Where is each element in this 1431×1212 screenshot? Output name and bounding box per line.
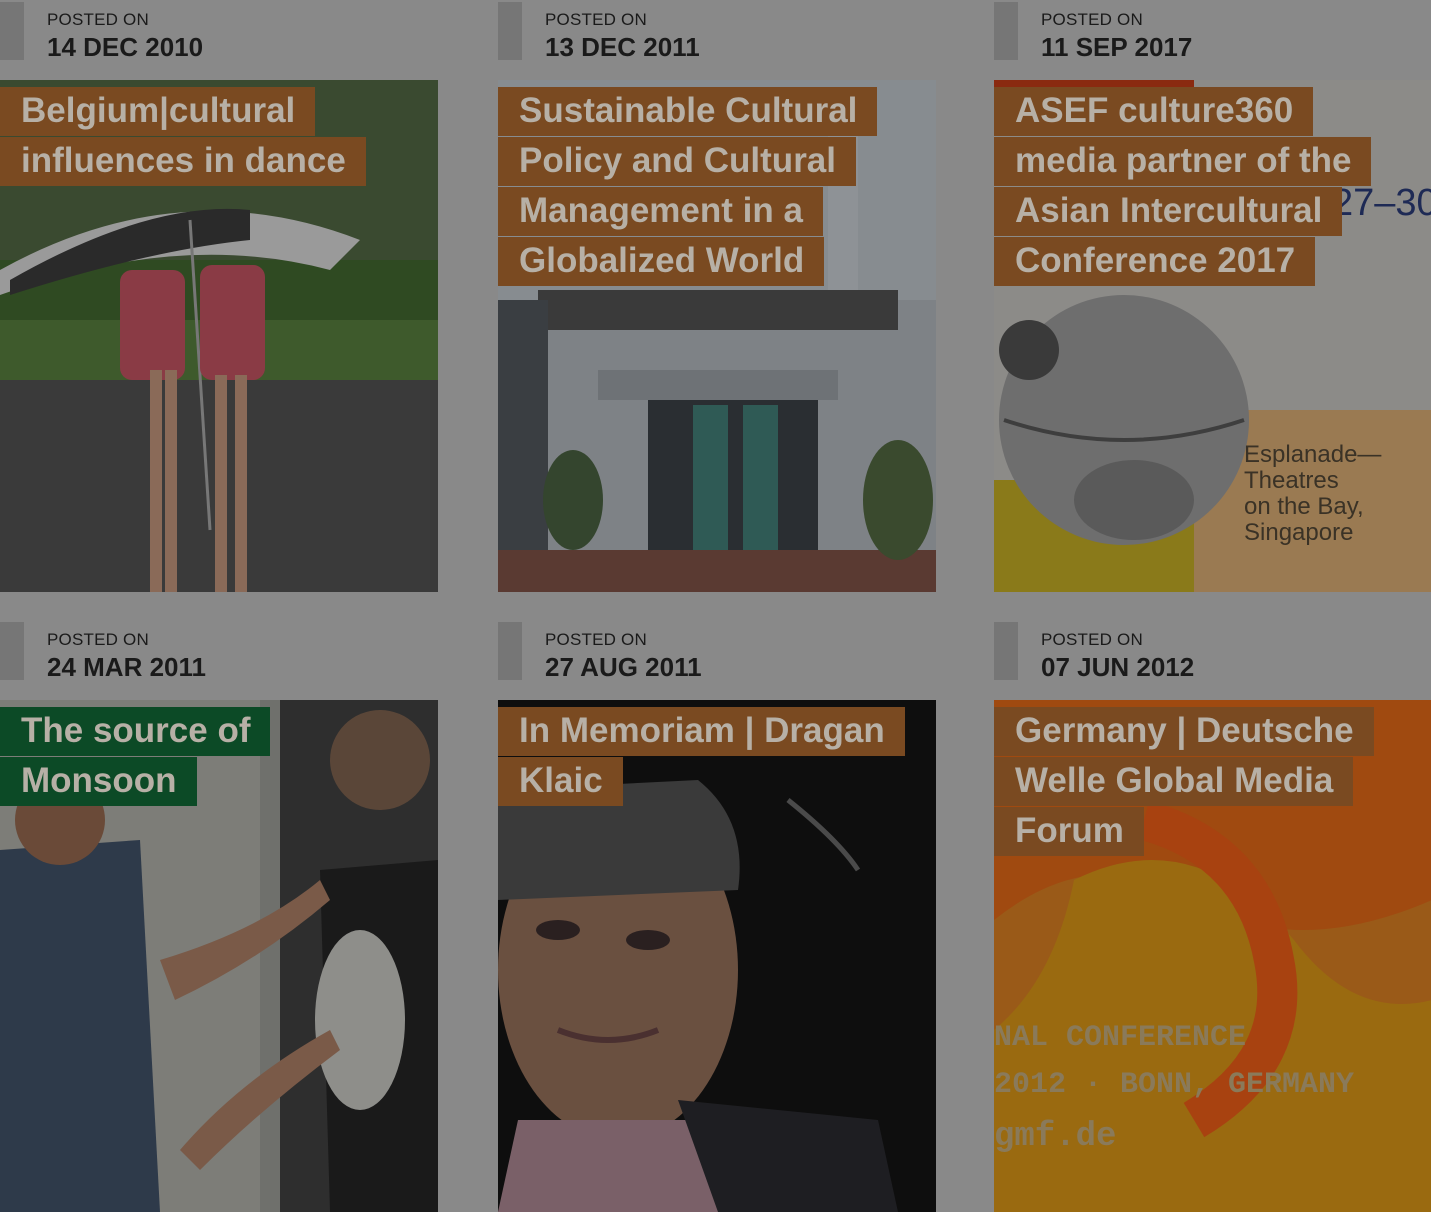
- post-date: 27 AUG 2011: [545, 652, 702, 682]
- posted-on-label: POSTED ON: [545, 10, 647, 29]
- post-card[interactable]: POSTED ON 07 JUN 2012 NAL CONFERENCE 201…: [994, 620, 1431, 1212]
- post-title[interactable]: ASEF culture360 media partner of the Asi…: [994, 86, 1394, 286]
- post-meta: POSTED ON 13 DEC 2011: [498, 0, 936, 80]
- post-date: 14 DEC 2010: [47, 32, 204, 62]
- post-title[interactable]: The source of Monsoon: [0, 706, 400, 806]
- poster-venue-1: Esplanade—: [1244, 441, 1381, 468]
- poster-venue-2: Theatres: [1244, 467, 1339, 494]
- posted-on-label: POSTED ON: [1041, 630, 1143, 649]
- post-card[interactable]: POSTED ON 14 DEC 2010 Belgium|cultural i…: [0, 0, 438, 592]
- post-thumbnail[interactable]: NAL CONFERENCE 2012 · BONN, GERMANY gmf.…: [994, 700, 1431, 1212]
- meta-accent-bar: [994, 622, 1018, 680]
- post-title[interactable]: In Memoriam | Dragan Klaic: [498, 706, 905, 806]
- poster-line-1: NAL CONFERENCE: [994, 1021, 1246, 1055]
- meta-accent-bar: [498, 2, 522, 60]
- post-thumbnail[interactable]: The source of Monsoon: [0, 700, 438, 1212]
- post-card[interactable]: POSTED ON 24 MAR 2011 The source of Mons…: [0, 620, 438, 1212]
- post-card[interactable]: POSTED ON 27 AUG 2011 In Memoriam | Drag…: [498, 620, 936, 1212]
- posted-on-label: POSTED ON: [47, 630, 149, 649]
- posted-on-label: POSTED ON: [1041, 10, 1143, 29]
- meta-accent-bar: [994, 2, 1018, 60]
- post-date: 07 JUN 2012: [1041, 652, 1195, 682]
- post-card[interactable]: POSTED ON 11 SEP 2017 27–30 Esplanade— T…: [994, 0, 1431, 592]
- post-thumbnail[interactable]: Sustainable Cultural Policy and Cultural…: [498, 80, 936, 592]
- poster-venue-3: on the Bay,: [1244, 493, 1364, 520]
- meta-accent-bar: [498, 622, 522, 680]
- post-date: 24 MAR 2011: [47, 652, 206, 682]
- meta-accent-bar: [0, 622, 24, 680]
- post-meta: POSTED ON 14 DEC 2010: [0, 0, 438, 80]
- post-title[interactable]: Germany | Deutsche Welle Global Media Fo…: [994, 706, 1394, 856]
- post-meta: POSTED ON 24 MAR 2011: [0, 620, 438, 700]
- post-title[interactable]: Belgium|cultural influences in dance: [0, 86, 400, 186]
- posted-on-label: POSTED ON: [47, 10, 149, 29]
- posted-on-label: POSTED ON: [545, 630, 647, 649]
- post-title[interactable]: Sustainable Cultural Policy and Cultural…: [498, 86, 898, 286]
- post-card[interactable]: POSTED ON 13 DEC 2011 Sustainable Cultur…: [498, 0, 936, 592]
- meta-accent-bar: [0, 2, 24, 60]
- post-date: 13 DEC 2011: [545, 32, 700, 62]
- post-date: 11 SEP 2017: [1041, 32, 1193, 62]
- poster-line-3: gmf.de: [994, 1118, 1116, 1156]
- post-thumbnail[interactable]: In Memoriam | Dragan Klaic: [498, 700, 936, 1212]
- poster-venue-4: Singapore: [1244, 519, 1353, 546]
- poster-line-2: 2012 · BONN, GERMANY: [994, 1068, 1354, 1102]
- post-thumbnail[interactable]: Belgium|cultural influences in dance: [0, 80, 438, 592]
- post-grid: POSTED ON 14 DEC 2010 Belgium|cultural i…: [0, 0, 1431, 1212]
- post-meta: POSTED ON 07 JUN 2012: [994, 620, 1431, 700]
- post-meta: POSTED ON 27 AUG 2011: [498, 620, 936, 700]
- post-meta: POSTED ON 11 SEP 2017: [994, 0, 1431, 80]
- post-thumbnail[interactable]: 27–30 Esplanade— Theatres on the Bay, Si…: [994, 80, 1431, 592]
